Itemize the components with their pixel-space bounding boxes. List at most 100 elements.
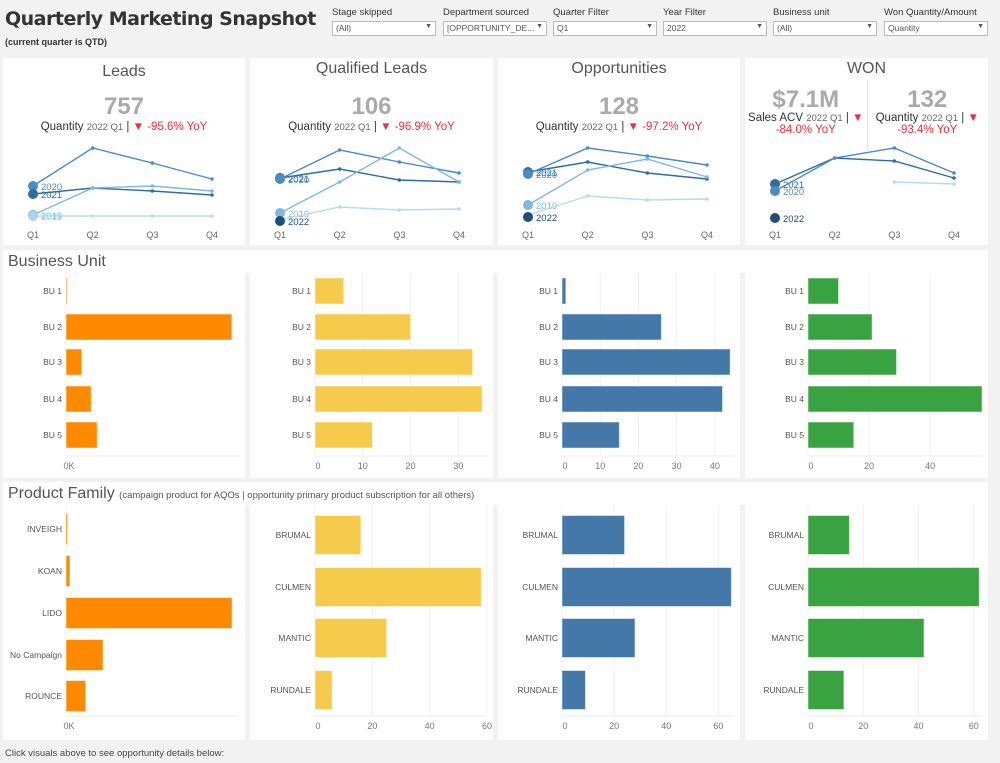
bar[interactable] (807, 618, 925, 658)
data-point[interactable] (585, 168, 590, 172)
bar[interactable] (314, 313, 412, 341)
bar-chart-business-unit-opportunities[interactable]: 0 10 20 30 40 BU 1 BU 2 BU 3 BU 4 BU 5 (498, 273, 740, 478)
kpi-card-won[interactable]: WON $7.1M Sales ACV 2022 Q1 | ▼ -84.0% YoY 1… (745, 58, 988, 245)
bar-chart-business-unit-qualified-leads[interactable]: 0 10 20 30 BU 1 BU 2 BU 3 BU 4 BU 5 (250, 273, 493, 478)
series-line[interactable] (32, 147, 213, 187)
data-point[interactable] (523, 200, 533, 210)
bar-chart-product-family-qualified-leads[interactable]: 0 20 40 60 BRUMAL CULMEN MANTIC RUNDALE (250, 505, 493, 740)
bar[interactable] (65, 277, 68, 305)
bar[interactable] (314, 567, 482, 607)
data-point[interactable] (150, 189, 155, 193)
data-point[interactable] (645, 198, 650, 202)
bar[interactable] (561, 385, 724, 413)
data-point[interactable] (952, 171, 956, 175)
bar[interactable] (807, 421, 855, 449)
bar[interactable] (807, 567, 980, 607)
data-point[interactable] (892, 146, 897, 150)
bar[interactable] (807, 670, 845, 710)
data-point[interactable] (705, 175, 709, 179)
kpi-card-qualified-leads[interactable]: Qualified Leads 106 Quantity 2022 Q1 | ▼ -… (250, 58, 493, 245)
kpi-card-leads[interactable]: Leads 757 Quantity 2022 Q1 | ▼ -95.6% YoY Q… (3, 58, 245, 245)
data-point[interactable] (770, 186, 780, 196)
trend-line-chart[interactable]: Q1 Q2 Q3 Q4202120202022 (745, 58, 988, 245)
bar[interactable] (561, 313, 662, 341)
bar-chart-business-unit-won[interactable]: 0 20 40 BU 1 BU 2 BU 3 BU 4 BU 5 (745, 273, 988, 478)
bar[interactable] (561, 348, 731, 376)
data-point[interactable] (210, 214, 214, 218)
data-point[interactable] (832, 156, 837, 160)
bar[interactable] (561, 618, 636, 658)
bar[interactable] (65, 639, 104, 671)
bar[interactable] (65, 385, 92, 413)
data-point[interactable] (397, 178, 402, 182)
filter-dropdown[interactable]: Q1 ▼ (553, 21, 657, 36)
bar[interactable] (65, 680, 87, 712)
data-point[interactable] (210, 193, 214, 197)
data-point[interactable] (337, 205, 342, 209)
data-point[interactable] (952, 182, 956, 186)
data-point[interactable] (90, 214, 95, 218)
bar[interactable] (314, 618, 388, 658)
bar[interactable] (65, 597, 233, 629)
bar[interactable] (314, 277, 345, 305)
data-point[interactable] (337, 167, 342, 171)
data-point[interactable] (585, 146, 590, 150)
data-point[interactable] (150, 214, 155, 218)
filter-dropdown[interactable]: Quantity ▼ (884, 21, 988, 36)
bar[interactable] (314, 385, 483, 413)
data-point[interactable] (397, 160, 402, 164)
bar[interactable] (561, 421, 620, 449)
data-point[interactable] (337, 148, 342, 152)
data-point[interactable] (150, 184, 155, 188)
filter-dropdown[interactable]: (All) ▼ (332, 21, 436, 36)
data-point[interactable] (457, 171, 461, 175)
trend-line-chart[interactable]: Q1 Q2 Q3 Q42020202120192022 (3, 58, 245, 245)
data-point[interactable] (952, 176, 956, 180)
data-point[interactable] (457, 207, 461, 211)
bar-chart-product-family-opportunities[interactable]: 0 20 40 60 BRUMAL CULMEN MANTIC RUNDALE (498, 505, 740, 740)
trend-line-chart[interactable]: Q1 Q2 Q3 Q42021202020192022 (498, 58, 740, 245)
bar[interactable] (561, 567, 732, 607)
data-point[interactable] (397, 146, 402, 150)
bar[interactable] (314, 515, 362, 555)
data-point[interactable] (457, 180, 461, 184)
bar[interactable] (561, 670, 586, 710)
bar[interactable] (65, 421, 98, 449)
bar[interactable] (807, 348, 898, 376)
filter-dropdown[interactable]: (All) ▼ (773, 21, 877, 36)
data-point[interactable] (770, 213, 780, 223)
data-point[interactable] (337, 180, 342, 184)
data-point[interactable] (892, 159, 897, 163)
data-point[interactable] (275, 174, 285, 184)
data-point[interactable] (705, 197, 709, 201)
bar[interactable] (807, 385, 983, 413)
bar[interactable] (65, 313, 233, 341)
data-point[interactable] (90, 186, 95, 190)
data-point[interactable] (28, 189, 38, 199)
data-point[interactable] (523, 212, 533, 222)
bar[interactable] (314, 421, 373, 449)
bar[interactable] (65, 555, 71, 587)
bar[interactable] (807, 277, 840, 305)
data-point[interactable] (397, 208, 402, 212)
bar[interactable] (807, 313, 873, 341)
bar[interactable] (807, 515, 850, 555)
data-point[interactable] (585, 194, 590, 198)
data-point[interactable] (150, 161, 155, 165)
data-point[interactable] (585, 160, 590, 164)
data-point[interactable] (210, 177, 214, 181)
data-point[interactable] (523, 169, 533, 179)
bar[interactable] (314, 348, 474, 376)
data-point[interactable] (90, 146, 95, 150)
data-point[interactable] (645, 157, 650, 161)
trend-line-chart[interactable]: Q1 Q2 Q3 Q42021202020192022 (250, 58, 493, 245)
bar[interactable] (65, 348, 83, 376)
filter-dropdown[interactable]: 2022 ▼ (663, 21, 767, 36)
bar-chart-product-family-won[interactable]: 0 20 40 60 BRUMAL CULMEN MANTIC RUNDALE (745, 505, 988, 740)
kpi-card-opportunities[interactable]: Opportunities 128 Quantity 2022 Q1 | ▼ -97… (498, 58, 740, 245)
data-point[interactable] (28, 211, 38, 221)
bar-chart-product-family-leads[interactable]: 0K INVEIGH KOAN LIDO No Campaign ROUNCE (3, 505, 245, 740)
filter-dropdown[interactable]: [OPPORTUNITY_DE... ▼ (443, 21, 547, 36)
series-line[interactable] (894, 181, 955, 185)
data-point[interactable] (892, 180, 897, 184)
